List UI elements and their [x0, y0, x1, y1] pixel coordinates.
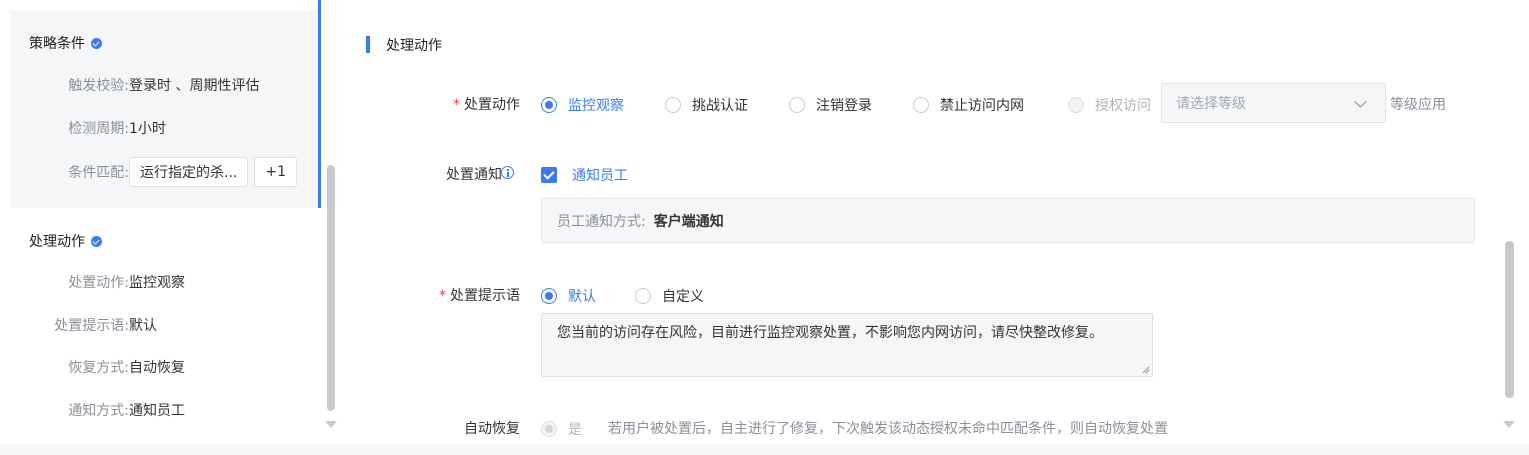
condition-title-text: 策略条件 [29, 36, 85, 52]
level-select[interactable]: 请选择等级 [1161, 83, 1386, 123]
action-radio-grant-access[interactable]: 授权访问 [1068, 95, 1151, 115]
verified-check-icon [91, 235, 102, 247]
period-value: 1小时 [129, 121, 166, 137]
action-radio-monitor[interactable]: 监控观察 [541, 95, 624, 115]
prompt-key: 处置提示语: [54, 318, 129, 334]
match-condition-tag[interactable]: 运行指定的杀... [129, 157, 249, 187]
radio-disabled-icon [1068, 97, 1084, 113]
checkbox-label: 通知员工 [572, 168, 628, 184]
action-radio-logout[interactable]: 注销登录 [789, 95, 872, 115]
section-title: 处理动作 [386, 38, 442, 54]
bottom-edge [0, 444, 1529, 455]
condition-summary-title: 策略条件 [29, 33, 102, 53]
match-row: 条件匹配: 运行指定的杀... +1 [29, 157, 303, 187]
summary-panel: 策略条件 触发校验: 登录时 、周期性评估 检测周期: 1小时 条件匹配: 运行… [0, 0, 337, 445]
auto-recover-hint: 若用户被处置后，自主进行了修复，下次触发该动态授权未命中匹配条件，则自动恢复处置 [608, 421, 1168, 437]
action-value: 监控观察 [129, 275, 185, 291]
prompt-radio-default[interactable]: 默认 [541, 286, 596, 306]
chevron-down-icon [1354, 95, 1367, 108]
notify-row: 通知方式: 通知员工 [29, 400, 185, 420]
action-row: 处置动作: 监控观察 [29, 272, 185, 292]
required-mark: * [453, 97, 460, 113]
notify-key: 通知方式: [68, 403, 129, 419]
radio-label: 注销登录 [816, 98, 872, 114]
trigger-row: 触发校验: 登录时 、周期性评估 [29, 75, 259, 95]
notify-value: 通知员工 [129, 403, 185, 419]
level-suffix: 等级应用 [1390, 97, 1446, 113]
match-key: 条件匹配: [68, 165, 129, 181]
scroll-down-arrow-icon[interactable] [1503, 421, 1515, 428]
right-scrollbar-thumb[interactable] [1505, 241, 1514, 398]
notify-method-value: 客户端通知 [653, 213, 724, 230]
radio-label: 是 [568, 422, 582, 438]
verified-check-icon [91, 37, 102, 49]
radio-icon [665, 97, 681, 113]
notify-method-key: 员工通知方式: [557, 213, 646, 230]
required-mark: * [439, 288, 446, 304]
recover-key: 恢复方式: [68, 360, 129, 376]
auto-recover-radio-yes[interactable]: 是 [541, 419, 582, 439]
trigger-value: 登录时 、周期性评估 [129, 78, 260, 94]
resize-handle-icon[interactable] [1142, 366, 1150, 374]
recover-value: 自动恢复 [129, 360, 185, 376]
action-label-text: 处置动作 [464, 97, 520, 113]
action-key: 处置动作: [68, 275, 129, 291]
radio-disabled-selected-icon [541, 421, 557, 437]
checkbox-checked-icon [541, 167, 557, 183]
prompt-text: 您当前的访问存在风险，目前进行监控观察处置，不影响您内网访问，请尽快整改修复。 [557, 325, 1103, 341]
notify-employee-checkbox[interactable]: 通知员工 [541, 165, 628, 185]
prompt-label-text: 处置提示语 [450, 288, 520, 304]
action-summary-title[interactable]: 处理动作 [29, 231, 102, 251]
notification-label: 处置通知 [446, 167, 502, 183]
recover-row: 恢复方式: 自动恢复 [29, 357, 185, 377]
period-key: 检测周期: [68, 121, 129, 137]
action-radio-challenge[interactable]: 挑战认证 [665, 95, 748, 115]
notify-method-box: 员工通知方式: 客户端通知 [541, 198, 1475, 243]
action-radio-deny-intranet[interactable]: 禁止访问内网 [913, 95, 1024, 115]
radio-icon [789, 97, 805, 113]
radio-label: 授权访问 [1095, 98, 1151, 114]
auto-recover-label: 自动恢复 [464, 421, 520, 437]
radio-icon [635, 288, 651, 304]
prompt-textarea[interactable]: 您当前的访问存在风险，目前进行监控观察处置，不影响您内网访问，请尽快整改修复。 [541, 313, 1153, 377]
radio-label: 挑战认证 [692, 98, 748, 114]
radio-label: 自定义 [662, 289, 704, 305]
radio-label: 默认 [568, 289, 596, 305]
prompt-radio-custom[interactable]: 自定义 [635, 286, 704, 306]
match-more-tag[interactable]: +1 [254, 157, 297, 187]
action-label: * 处置动作 [320, 94, 520, 114]
level-select-placeholder: 请选择等级 [1176, 96, 1246, 112]
radio-selected-icon [541, 288, 557, 304]
radio-icon [913, 97, 929, 113]
radio-label: 监控观察 [568, 98, 624, 114]
info-icon[interactable] [501, 166, 514, 179]
radio-label: 禁止访问内网 [940, 98, 1024, 114]
prompt-label: * 处置提示语 [320, 285, 520, 305]
trigger-key: 触发校验: [68, 78, 129, 94]
period-row: 检测周期: 1小时 [29, 118, 166, 138]
prompt-row: 处置提示语: 默认 [29, 315, 157, 335]
radio-selected-icon [541, 97, 557, 113]
prompt-value: 默认 [129, 318, 157, 334]
action-title-text: 处理动作 [29, 234, 85, 250]
section-title-bar [366, 36, 370, 53]
